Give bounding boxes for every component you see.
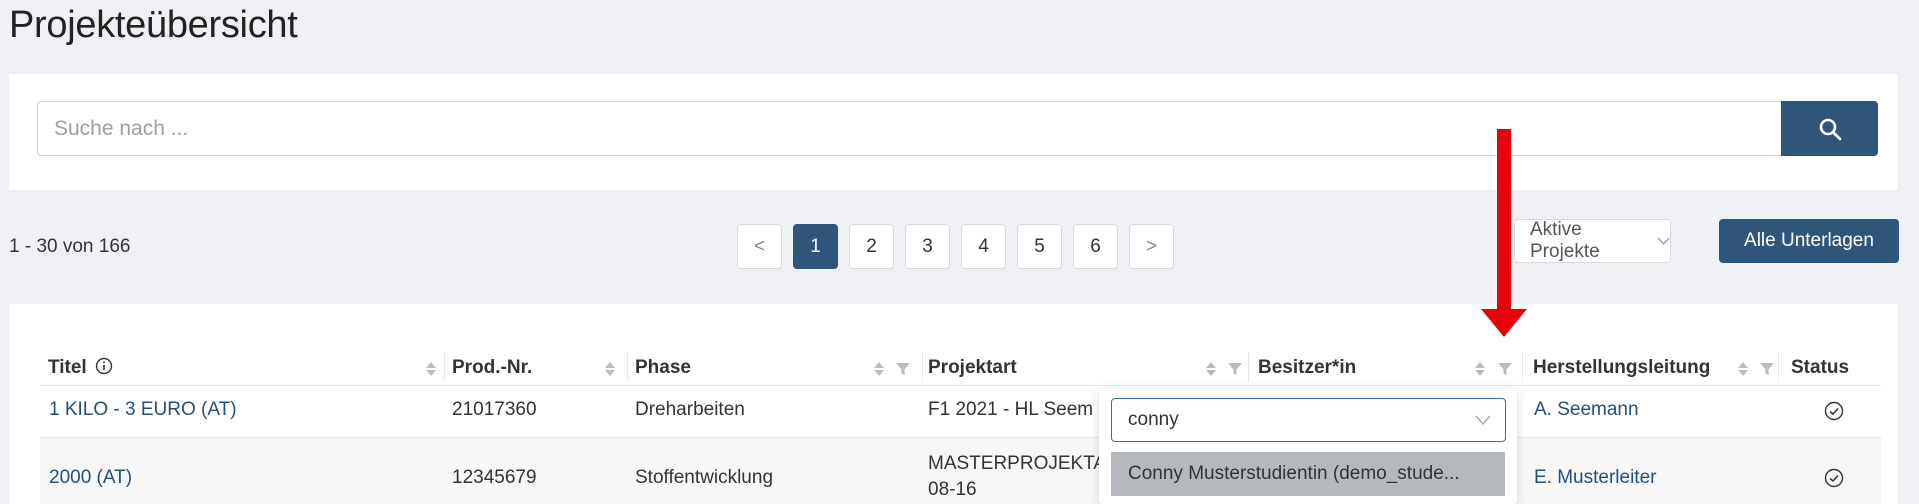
search-panel xyxy=(9,74,1898,190)
column-label-prod-nr: Prod.-Nr. xyxy=(452,357,533,378)
chevron-down-icon[interactable] xyxy=(1475,414,1491,426)
row-herstellungsleitung-link[interactable]: A. Seemann xyxy=(1534,399,1639,421)
column-divider xyxy=(1248,352,1249,382)
column-header-besitzer[interactable]: Besitzer*in xyxy=(1258,348,1524,388)
sort-icon[interactable] xyxy=(1474,360,1486,378)
column-label-phase: Phase xyxy=(635,357,691,378)
page-button-6[interactable]: 6 xyxy=(1073,224,1118,269)
column-label-projektart: Projektart xyxy=(928,357,1017,378)
sort-icon[interactable] xyxy=(1737,360,1749,378)
column-divider xyxy=(627,352,628,382)
filter-funnel-icon[interactable] xyxy=(1228,362,1242,376)
page-button-4[interactable]: 4 xyxy=(961,224,1006,269)
filter-funnel-icon[interactable] xyxy=(1498,362,1512,376)
row-prod-nr: 12345679 xyxy=(452,467,537,488)
page-button-1[interactable]: 1 xyxy=(793,224,838,269)
row-projektart-line2: 08-16 xyxy=(928,479,977,500)
sort-icon[interactable] xyxy=(873,360,885,378)
owner-filter-dropdown: Conny Musterstudientin (demo_stude... xyxy=(1099,388,1517,504)
search-button[interactable] xyxy=(1781,101,1878,156)
column-divider xyxy=(444,352,445,382)
filter-funnel-icon[interactable] xyxy=(1760,362,1774,376)
column-header-prod-nr[interactable]: Prod.-Nr. xyxy=(452,348,622,388)
column-header-status: Status xyxy=(1791,348,1881,388)
column-divider xyxy=(922,352,923,382)
project-filter-select[interactable]: Aktive Projekte xyxy=(1514,219,1671,263)
column-label-herstellungsleitung: Herstellungsleitung xyxy=(1533,357,1711,378)
page-button-3[interactable]: 3 xyxy=(905,224,950,269)
result-count: 1 - 30 von 166 xyxy=(9,236,131,257)
info-icon[interactable] xyxy=(95,357,113,375)
row-prod-nr: 21017360 xyxy=(452,399,537,420)
row-phase: Dreharbeiten xyxy=(635,399,745,420)
page-button-2[interactable]: 2 xyxy=(849,224,894,269)
column-divider xyxy=(1778,352,1779,382)
column-header-projektart[interactable]: Projektart xyxy=(928,348,1258,388)
chevron-down-icon xyxy=(1657,237,1670,245)
column-label-titel: Titel xyxy=(48,357,113,379)
page-button-5[interactable]: 5 xyxy=(1017,224,1062,269)
filter-funnel-icon[interactable] xyxy=(896,362,910,376)
search-icon xyxy=(1819,118,1841,140)
projects-table: Titel Prod.-Nr. Phase Projektart Besitze… xyxy=(9,304,1898,504)
column-divider xyxy=(1522,352,1523,382)
column-header-phase[interactable]: Phase xyxy=(635,348,915,388)
next-page-button[interactable]: > xyxy=(1129,224,1174,269)
sort-icon[interactable] xyxy=(1205,360,1217,378)
column-header-herstellungsleitung[interactable]: Herstellungsleitung xyxy=(1533,348,1783,388)
pagination: < 1 2 3 4 5 6 > xyxy=(737,224,1174,269)
owner-option[interactable]: Conny Musterstudientin (demo_stude... xyxy=(1111,452,1505,496)
row-herstellungsleitung-link[interactable]: E. Musterleiter xyxy=(1534,467,1656,489)
all-documents-button[interactable]: Alle Unterlagen xyxy=(1719,219,1899,263)
prev-page-button[interactable]: < xyxy=(737,224,782,269)
sort-icon[interactable] xyxy=(425,360,437,378)
row-projektart: F1 2021 - HL Seem xyxy=(928,399,1094,420)
check-circle-icon xyxy=(1824,401,1844,421)
page-title: Projekteübersicht xyxy=(9,4,298,46)
project-filter-value: Aktive Projekte xyxy=(1530,219,1600,262)
sort-icon[interactable] xyxy=(604,360,616,378)
column-label-status: Status xyxy=(1791,357,1850,378)
check-circle-icon xyxy=(1824,468,1844,488)
row-phase: Stoffentwicklung xyxy=(635,467,774,488)
column-label-besitzer: Besitzer*in xyxy=(1258,357,1357,378)
row-title-link[interactable]: 2000 (AT) xyxy=(49,467,132,489)
column-header-titel[interactable]: Titel xyxy=(48,348,438,388)
row-title-link[interactable]: 1 KILO - 3 EURO (AT) xyxy=(49,399,237,421)
annotation-arrow-icon xyxy=(1481,129,1527,337)
row-divider xyxy=(40,385,1881,386)
owner-filter-input[interactable] xyxy=(1111,398,1506,442)
row-projektart-line1: MASTERPROJEKTA xyxy=(928,453,1107,474)
